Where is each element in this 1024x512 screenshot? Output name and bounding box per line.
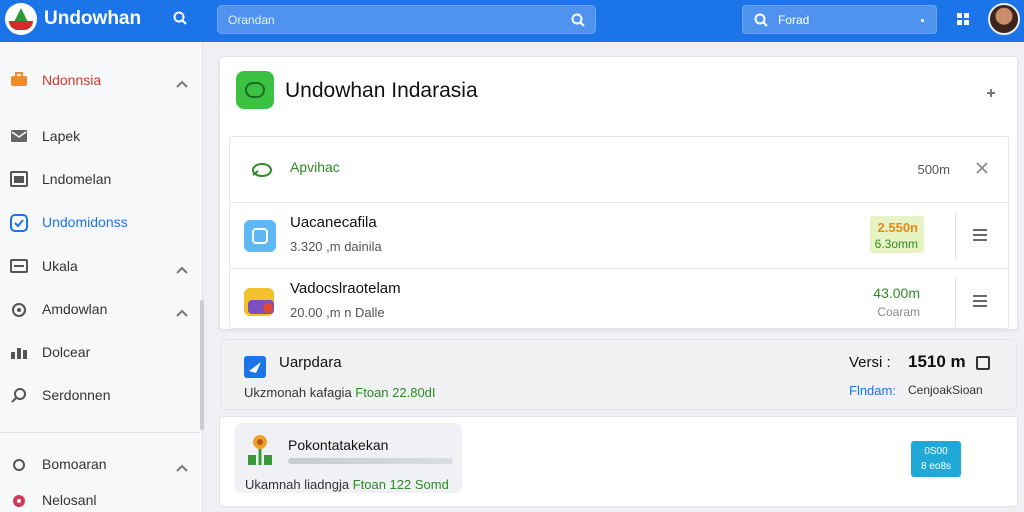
sidebar-item-label: Bomoaran: [42, 456, 107, 472]
chevron-up-icon[interactable]: [176, 459, 188, 477]
sidebar-item-ukala[interactable]: Ukala: [0, 251, 200, 281]
gear-icon: [10, 301, 28, 317]
row-title: Uacanecafila: [290, 214, 377, 231]
sidebar-item-label: Undomidonss: [42, 214, 128, 230]
row-title: Apvihac: [290, 159, 340, 175]
sidebar-item-label: Ndonnsia: [42, 72, 102, 88]
secondary-search-input[interactable]: [778, 12, 908, 28]
chevron-up-icon[interactable]: [176, 261, 188, 279]
main-search-input[interactable]: [228, 12, 558, 28]
mail-icon: [10, 128, 28, 144]
chevron-up-icon[interactable]: [176, 75, 188, 93]
panel-link[interactable]: Flndam:: [849, 383, 896, 398]
row-value-primary: 43.00m: [873, 285, 920, 301]
sidebar-item-bomoaran[interactable]: Bomoaran: [0, 449, 200, 479]
leaf-icon: [250, 159, 274, 181]
chat-icon: [236, 71, 274, 109]
card-title: Undowhan Indarasia: [285, 79, 478, 102]
sidebar-scrollbar[interactable]: [200, 300, 204, 430]
search-icon[interactable]: [753, 12, 769, 33]
sidebar-item-label: Dolcear: [42, 344, 91, 360]
search-icon: [10, 387, 28, 403]
toolbox-icon: [10, 72, 28, 88]
row-subtitle: 20.00 ,m n Dalle: [290, 305, 385, 320]
notification-subtitle-highlight: Ftoan 122 Somd: [352, 477, 449, 492]
send-icon: [244, 356, 266, 378]
row-value-secondary: Coaram: [877, 305, 920, 319]
blurred-text: [288, 458, 453, 464]
sidebar-item-label: Lndomelan: [42, 171, 112, 187]
secondary-search-box[interactable]: [742, 5, 937, 34]
badge-line-1: 0S00: [924, 446, 948, 457]
list-item[interactable]: Apvihac 500m: [230, 137, 1008, 203]
status-badge[interactable]: 0S00 8 eo8s: [911, 441, 961, 477]
update-panel: Uarpdara Ukzmonah kafagia Ftoan 22.80dI …: [221, 339, 1017, 410]
chart-icon: [10, 344, 28, 360]
search-icon[interactable]: [172, 10, 188, 31]
sidebar-item-dolcear[interactable]: Dolcear: [0, 337, 200, 367]
list-icon: [10, 258, 28, 274]
close-icon[interactable]: [976, 161, 988, 179]
pin-icon: [10, 492, 28, 508]
check-icon: [10, 214, 28, 232]
notification-panel: Pokontatakekan Ukamnah liadngja Ftoan 12…: [219, 416, 1018, 507]
row-subtitle: 3.320 ,m dainila: [290, 239, 382, 254]
dot-icon: [921, 19, 924, 22]
sidebar-item-label: Ukala: [42, 258, 78, 274]
sidebar-item-label: Lapek: [42, 128, 81, 144]
app-logo[interactable]: [5, 3, 37, 35]
badge-line-2: 8 eo8s: [920, 461, 952, 472]
main-card: Undowhan Indarasia Apvihac 500m Uacaneca…: [219, 56, 1018, 330]
notification-subtitle-text: Ukamnah liadngja: [245, 477, 350, 492]
sidebar-item-nelosanl[interactable]: Nelosanl: [0, 485, 200, 512]
checkbox[interactable]: [976, 356, 990, 370]
item-list: Apvihac 500m Uacanecafila 3.320 ,m daini…: [229, 136, 1009, 329]
list-item[interactable]: Vadocslraotelam 20.00 ,m n Dalle 43.00m …: [230, 269, 1008, 335]
version-value: 1510 m: [908, 352, 966, 371]
sidebar-item-label: Amdowlan: [42, 301, 108, 317]
divider: [0, 432, 200, 433]
flower-icon: [245, 433, 275, 469]
panel-extra-text: CenjoakSioan: [908, 383, 983, 397]
panel-subtitle-highlight: Ftoan 22.80dI: [355, 385, 436, 400]
top-bar: Undowhan: [0, 0, 1024, 42]
sidebar-item-serdonnen[interactable]: Serdonnen: [0, 380, 200, 410]
sidebar-item-ndonnsia[interactable]: Ndonnsia: [0, 65, 200, 95]
sidebar-item-undomidonss[interactable]: Undomidonss: [0, 207, 200, 237]
wallet-icon: [244, 286, 276, 318]
app-title: Undowhan: [44, 8, 142, 29]
chevron-up-icon[interactable]: [176, 304, 188, 322]
row-value: 500m: [917, 162, 950, 177]
window-icon: [10, 171, 28, 187]
notification-title: Pokontatakekan: [288, 437, 389, 453]
notification-subtitle: Ukamnah liadngja Ftoan 122 Somd: [245, 477, 449, 492]
sidebar-item-label: Nelosanl: [42, 492, 97, 508]
menu-icon[interactable]: [972, 228, 988, 247]
notification-card[interactable]: Pokontatakekan Ukamnah liadngja Ftoan 12…: [235, 423, 462, 493]
main-search-box[interactable]: [217, 5, 596, 34]
sidebar-item-label: Serdonnen: [42, 387, 111, 403]
app-icon: [244, 220, 276, 252]
row-value-primary: 2.550n: [877, 220, 918, 235]
panel-subtitle: Ukzmonah kafagia Ftoan 22.80dI: [244, 385, 436, 400]
sidebar-item-amdowlan[interactable]: Amdowlan: [0, 294, 200, 324]
panel-title: Uarpdara: [279, 354, 342, 371]
sidebar-item-lapek[interactable]: Lapek: [0, 121, 200, 151]
list-item[interactable]: Uacanecafila 3.320 ,m dainila 2.550n 6.3…: [230, 203, 1008, 269]
pin-icon[interactable]: [986, 85, 996, 103]
avatar[interactable]: [988, 3, 1020, 35]
row-value-secondary: 6.3omm: [874, 237, 918, 251]
sidebar-item-lndomelan[interactable]: Lndomelan: [0, 164, 200, 194]
row-title: Vadocslraotelam: [290, 280, 401, 297]
menu-icon[interactable]: [972, 294, 988, 313]
divider: [955, 277, 956, 327]
sidebar: Ndonnsia Lapek Lndomelan Undomidonss Uka…: [0, 42, 204, 512]
grid-icon[interactable]: [956, 12, 970, 31]
search-icon[interactable]: [570, 12, 586, 33]
divider: [955, 211, 956, 261]
panel-subtitle-text: Ukzmonah kafagia: [244, 385, 352, 400]
version-label: Versi :: [849, 354, 891, 371]
circle-icon: [10, 456, 28, 472]
